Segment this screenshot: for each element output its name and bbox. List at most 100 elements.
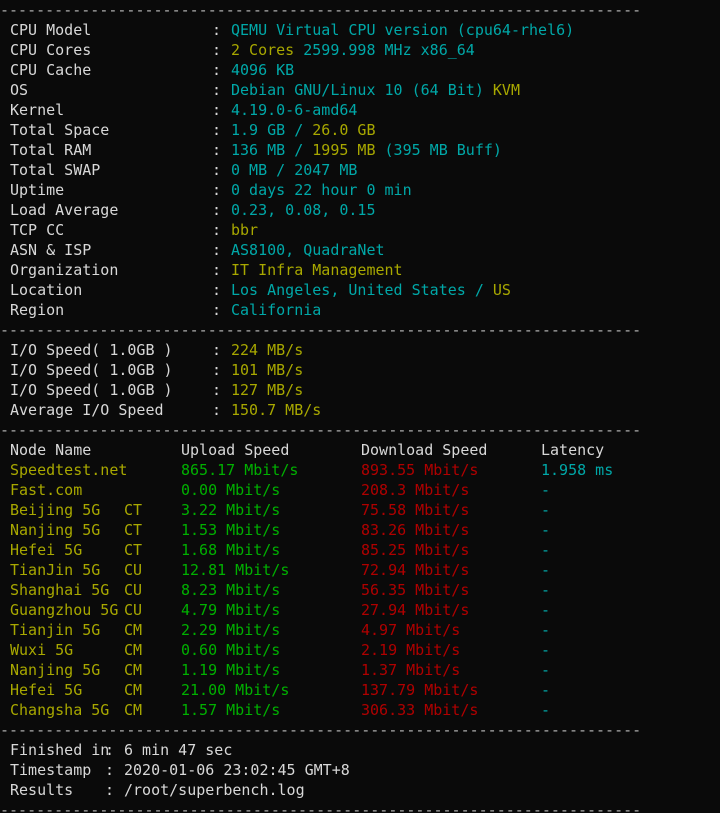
colon-separator: : [212, 160, 231, 180]
footer-value: /root/superbench.log [124, 781, 305, 799]
io-speed-value: 150.7 MB/s [231, 401, 321, 419]
speedtest-download-speed: 4.97 Mbit/s [361, 620, 541, 640]
system-info-row: TCP CC:bbr [0, 220, 720, 240]
system-info-value: KVM [493, 81, 520, 99]
separator-rule: ----------------------------------------… [0, 0, 720, 20]
speedtest-node-name: Wuxi 5G [10, 640, 124, 660]
footer-label: Finished in [10, 740, 105, 760]
separator-rule: ----------------------------------------… [0, 420, 720, 440]
colon-separator: : [212, 60, 231, 80]
separator-rule: ----------------------------------------… [0, 320, 720, 340]
footer-value: 2020-01-06 23:02:45 GMT+8 [124, 761, 350, 779]
speedtest-latency: - [541, 681, 550, 699]
system-info-value: 4.19.0-6-amd64 [231, 101, 357, 119]
colon-separator: : [212, 220, 231, 240]
speedtest-isp-code: CT [124, 540, 181, 560]
io-speed-value: 224 MB/s [231, 341, 303, 359]
speedtest-row: Shanghai 5GCU8.23 Mbit/s56.35 Mbit/s- [0, 580, 720, 600]
separator-after-io: ----------------------------------------… [0, 420, 720, 440]
system-info-value: 1.9 GB [231, 121, 285, 139]
system-info-label: Uptime [10, 180, 212, 200]
system-info-label: Organization [10, 260, 212, 280]
system-info-value: 136 MB [231, 141, 285, 159]
system-info-value: / [267, 161, 294, 179]
system-info-value: 26.0 GB [312, 121, 375, 139]
speedtest-upload-speed: 865.17 Mbit/s [181, 460, 361, 480]
speedtest-isp-code: CM [124, 640, 181, 660]
footer-section: Finished in:6 min 47 secTimestamp:2020-0… [0, 740, 720, 800]
speedtest-row: Beijing 5GCT3.22 Mbit/s75.58 Mbit/s- [0, 500, 720, 520]
footer-row: Finished in:6 min 47 sec [0, 740, 720, 760]
system-info-value: Los Angeles, United States [231, 281, 466, 299]
speedtest-latency: 1.958 ms [541, 461, 613, 479]
footer-row: Timestamp:2020-01-06 23:02:45 GMT+8 [0, 760, 720, 780]
speedtest-upload-speed: 2.29 Mbit/s [181, 620, 361, 640]
separator-after-speedtest: ----------------------------------------… [0, 720, 720, 740]
system-info-row: Region:California [0, 300, 720, 320]
header-latency: Latency [541, 440, 604, 460]
colon-separator: : [212, 40, 231, 60]
separator-rule: ----------------------------------------… [0, 720, 720, 740]
speedtest-upload-speed: 3.22 Mbit/s [181, 500, 361, 520]
speedtest-latency: - [541, 541, 550, 559]
system-info-label: Total SWAP [10, 160, 212, 180]
io-speed-label: I/O Speed( 1.0GB ) [10, 380, 212, 400]
io-speed-value: 101 MB/s [231, 361, 303, 379]
speedtest-node-name: Changsha 5G [10, 700, 124, 720]
io-speed-row: Average I/O Speed:150.7 MB/s [0, 400, 720, 420]
io-speed-value: 127 MB/s [231, 381, 303, 399]
io-speed-row: I/O Speed( 1.0GB ):101 MB/s [0, 360, 720, 380]
system-info-label: CPU Model [10, 20, 212, 40]
speedtest-upload-speed: 1.19 Mbit/s [181, 660, 361, 680]
system-info-row: ASN & ISP:AS8100, QuadraNet [0, 240, 720, 260]
system-info-value: 2 Cores [231, 41, 294, 59]
speedtest-node-name: Nanjing 5G [10, 520, 124, 540]
speedtest-node-name: Tianjin 5G [10, 620, 124, 640]
speedtest-download-speed: 27.94 Mbit/s [361, 600, 541, 620]
speedtest-isp-code: CT [124, 520, 181, 540]
footer-value: 6 min 47 sec [124, 741, 232, 759]
colon-separator: : [212, 400, 231, 420]
speedtest-row: Hefei 5GCM21.00 Mbit/s137.79 Mbit/s- [0, 680, 720, 700]
speedtest-download-speed: 306.33 Mbit/s [361, 700, 541, 720]
system-info-row: Uptime:0 days 22 hour 0 min [0, 180, 720, 200]
speedtest-row: Nanjing 5GCM1.19 Mbit/s1.37 Mbit/s- [0, 660, 720, 680]
system-info-label: CPU Cores [10, 40, 212, 60]
colon-separator: : [212, 180, 231, 200]
colon-separator: : [212, 200, 231, 220]
system-info-row: Location:Los Angeles, United States / US [0, 280, 720, 300]
colon-separator: : [105, 760, 124, 780]
system-info-label: ASN & ISP [10, 240, 212, 260]
speedtest-upload-speed: 0.60 Mbit/s [181, 640, 361, 660]
system-info-label: Total Space [10, 120, 212, 140]
system-info-value: / [466, 281, 493, 299]
speedtest-latency: - [541, 501, 550, 519]
colon-separator: : [212, 380, 231, 400]
speedtest-latency: - [541, 661, 550, 679]
speedtest-node-name: Beijing 5G [10, 500, 124, 520]
system-info-value: 2047 MB [294, 161, 357, 179]
io-speed-section: I/O Speed( 1.0GB ): 224 MB/sI/O Speed( 1.… [0, 340, 720, 420]
header-upload-speed: Upload Speed [181, 440, 361, 460]
system-info-value: 0 MB [231, 161, 267, 179]
system-info-label: OS [10, 80, 212, 100]
colon-separator: : [212, 280, 231, 300]
colon-separator: : [105, 780, 124, 800]
speedtest-upload-speed: 8.23 Mbit/s [181, 580, 361, 600]
speedtest-isp-code: CM [124, 620, 181, 640]
system-info-value: Debian GNU/Linux 10 (64 Bit) [231, 81, 493, 99]
speedtest-upload-speed: 4.79 Mbit/s [181, 600, 361, 620]
system-info-value: US [493, 281, 511, 299]
system-info-value: California [231, 301, 321, 319]
speedtest-latency: - [541, 641, 550, 659]
speedtest-isp-code: CT [124, 500, 181, 520]
speedtest-upload-speed: 21.00 Mbit/s [181, 680, 361, 700]
speedtest-row: Wuxi 5GCM0.60 Mbit/s2.19 Mbit/s- [0, 640, 720, 660]
system-info-value: 4096 KB [231, 61, 294, 79]
speedtest-node-name: Fast.com [10, 480, 124, 500]
system-info-label: CPU Cache [10, 60, 212, 80]
speedtest-latency: - [541, 621, 550, 639]
system-info-value: / [285, 141, 312, 159]
system-info-label: Load Average [10, 200, 212, 220]
speedtest-node-name: Guangzhou 5G [10, 600, 124, 620]
